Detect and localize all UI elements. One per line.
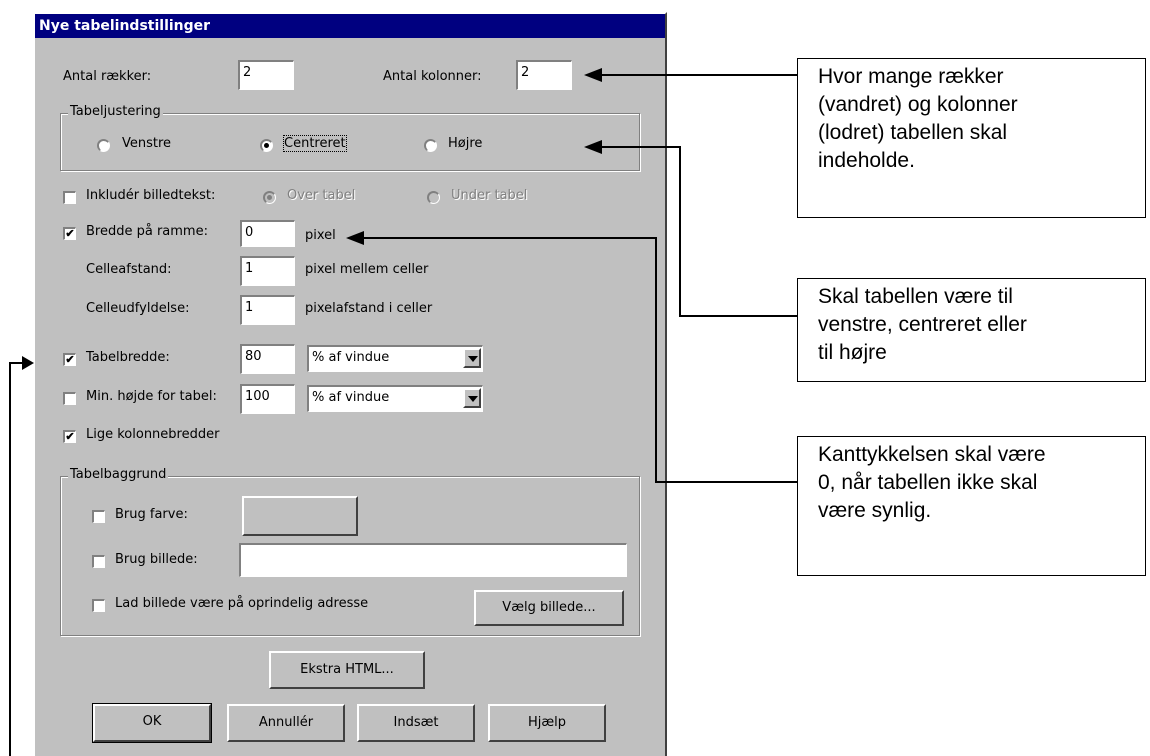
caption-label: Inkludér billedtekst: — [86, 188, 216, 203]
use-color-label: Brug farve: — [115, 507, 188, 522]
table-width-label: Tabelbredde: — [86, 350, 170, 365]
caption-above-radio[interactable] — [263, 191, 276, 204]
align-center-label: Centreret — [283, 135, 347, 152]
connector-line — [9, 362, 11, 756]
equal-columns-checkbox[interactable]: ✔ — [63, 430, 76, 443]
table-width-unit-value: % af vindue — [312, 350, 390, 365]
rows-label: Antal rækker: — [63, 69, 152, 84]
background-group-label: Tabelbaggrund — [68, 467, 169, 482]
callout-line: indeholde. — [818, 149, 915, 172]
callout-line: (lodret) tabellen skal — [818, 121, 1008, 144]
align-center-radio[interactable] — [260, 139, 273, 152]
border-checkbox[interactable]: ✔ — [63, 227, 76, 240]
color-picker-button[interactable] — [242, 496, 358, 536]
arrow-right-icon — [22, 356, 34, 370]
use-image-label: Brug billede: — [115, 552, 198, 567]
connector-line — [600, 146, 680, 148]
cols-label: Antal kolonner: — [383, 69, 482, 84]
table-width-checkbox[interactable]: ✔ — [63, 353, 76, 366]
arrow-left-icon — [346, 231, 364, 245]
radio-selected-dot — [267, 195, 272, 200]
chevron-down-icon[interactable] — [463, 348, 481, 368]
equal-columns-label: Lige kolonnebredder — [86, 427, 220, 442]
caption-above-label: Over tabel — [287, 188, 356, 203]
help-button[interactable]: Hjælp — [488, 704, 606, 742]
callout-line: (vandret) og kolonner — [818, 93, 1018, 116]
callout-line: Kanttykkelsen skal være — [818, 443, 1046, 466]
arrow-left-icon — [584, 68, 602, 82]
chevron-down-icon[interactable] — [463, 388, 481, 408]
rows-cols-callout: Hvor mange rækker (vandret) og kolonner … — [797, 58, 1146, 218]
callout-line: Skal tabellen være til — [818, 285, 1013, 308]
callout-line: venstre, centreret eller — [818, 313, 1027, 336]
border-callout: Kanttykkelsen skal være 0, når tabellen … — [797, 436, 1146, 576]
connector-line — [655, 481, 797, 483]
ok-button[interactable]: OK — [92, 703, 212, 743]
cellpadding-input[interactable]: 1 — [240, 295, 295, 325]
min-height-input[interactable]: 100 — [240, 384, 295, 414]
choose-image-button[interactable]: Vælg billede... — [474, 590, 624, 626]
cellspacing-unit: pixel mellem celler — [305, 262, 429, 277]
callout-line: Hvor mange rækker — [818, 65, 1004, 88]
caption-checkbox[interactable] — [63, 191, 76, 204]
use-image-checkbox[interactable] — [92, 555, 105, 568]
image-path-input[interactable] — [239, 543, 627, 577]
connector-line — [679, 146, 681, 316]
cellpadding-unit: pixelafstand i celler — [305, 301, 433, 316]
use-color-checkbox[interactable] — [92, 510, 105, 523]
min-height-unit-value: % af vindue — [312, 390, 390, 405]
connector-line — [362, 237, 656, 239]
align-right-radio[interactable] — [424, 139, 437, 152]
arrow-left-icon — [584, 140, 602, 154]
table-width-input[interactable]: 80 — [240, 344, 295, 374]
align-right-label: Højre — [448, 136, 483, 151]
min-height-unit-select[interactable]: % af vindue — [307, 385, 483, 412]
border-width-input[interactable]: 0 — [240, 220, 295, 247]
min-height-label: Min. højde for tabel: — [86, 389, 217, 404]
callout-line: til højre — [818, 341, 887, 364]
rows-input[interactable]: 2 — [238, 60, 294, 90]
cols-input[interactable]: 2 — [516, 60, 572, 90]
caption-below-radio[interactable] — [427, 191, 440, 204]
cellspacing-label: Celleafstand: — [86, 262, 172, 277]
callout-line: være synlig. — [818, 499, 932, 522]
insert-button[interactable]: Indsæt — [357, 704, 475, 742]
keep-original-label: Lad billede være på oprindelig adresse — [115, 596, 369, 611]
cellpadding-label: Celleudfyldelse: — [86, 301, 190, 316]
cellspacing-input[interactable]: 1 — [240, 256, 295, 286]
alignment-callout: Skal tabellen være til venstre, centrere… — [797, 278, 1146, 382]
caption-below-label: Under tabel — [451, 188, 528, 203]
border-unit: pixel — [305, 228, 336, 243]
connector-line — [679, 315, 797, 317]
keep-original-checkbox[interactable] — [92, 599, 105, 612]
table-width-unit-select[interactable]: % af vindue — [307, 345, 483, 372]
border-label: Bredde på ramme: — [86, 224, 208, 239]
cancel-button[interactable]: Annullér — [227, 704, 345, 742]
min-height-checkbox[interactable] — [63, 392, 76, 405]
callout-line: 0, når tabellen ikke skal — [818, 471, 1038, 494]
connector-line — [655, 237, 657, 482]
connector-line — [600, 74, 797, 76]
align-left-label: Venstre — [122, 136, 172, 151]
dialog-title: Nye tabelindstillinger — [35, 14, 665, 38]
extra-html-button[interactable]: Ekstra HTML... — [269, 651, 425, 689]
alignment-group-label: Tabeljustering — [68, 104, 163, 119]
align-left-radio[interactable] — [97, 139, 110, 152]
radio-selected-dot — [264, 143, 269, 148]
connector-line — [9, 362, 23, 364]
